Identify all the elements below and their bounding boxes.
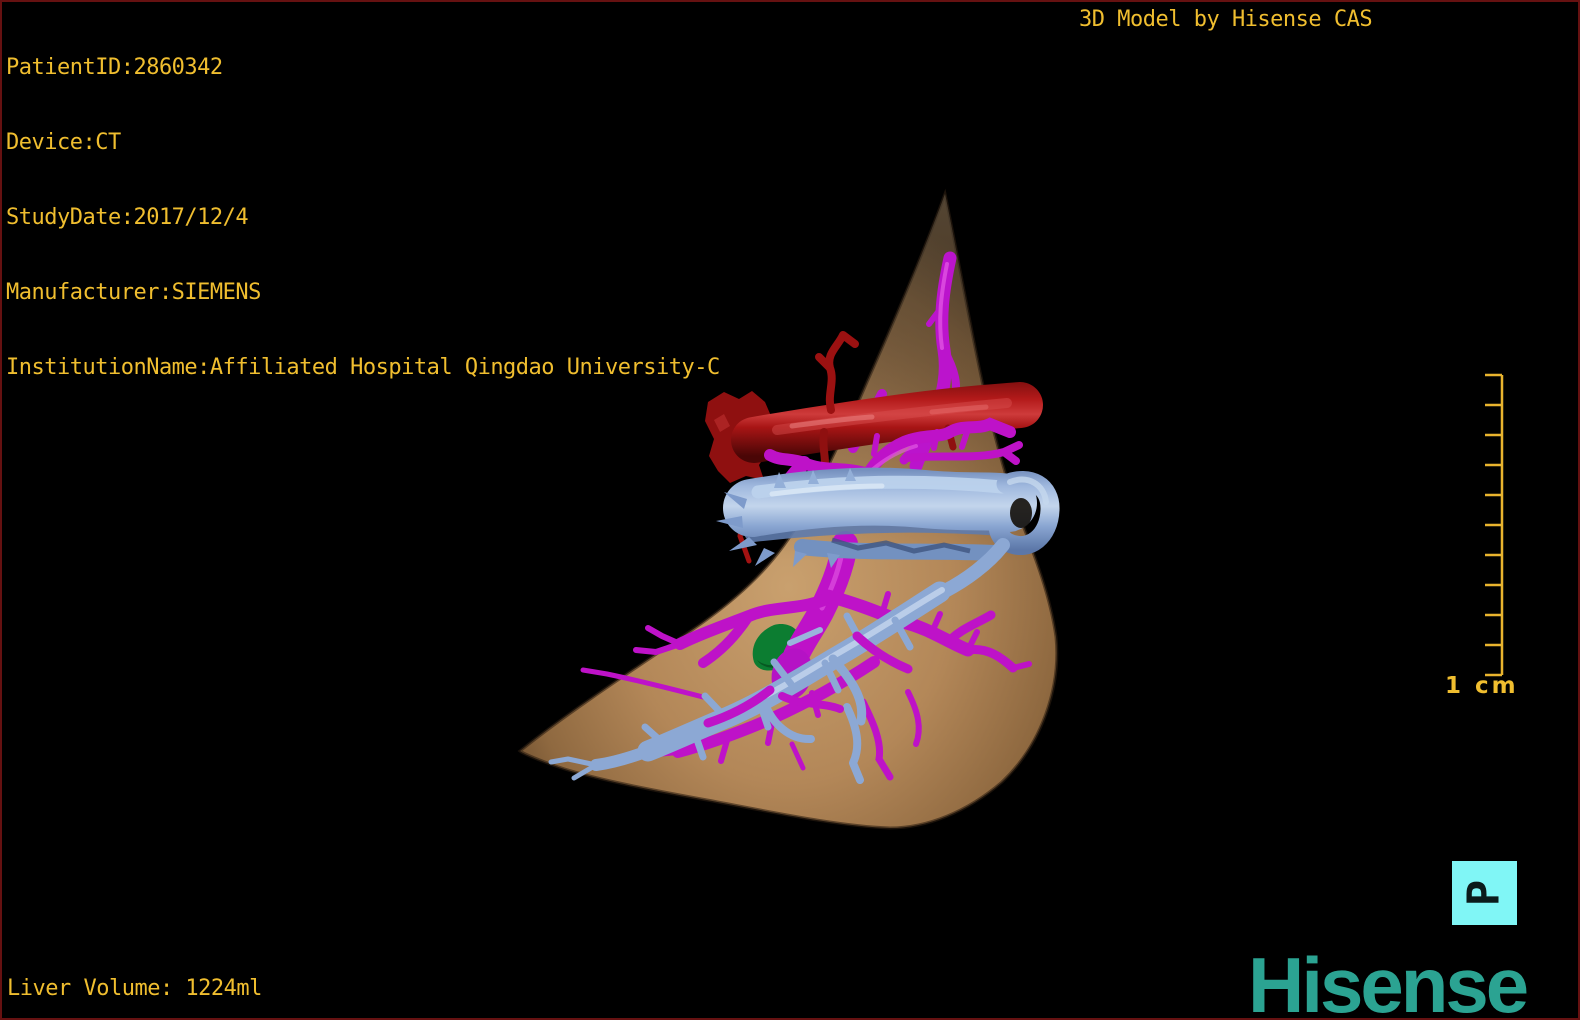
patient-info-block: PatientID:2860342 Device:CT StudyDate:20… — [6, 5, 720, 430]
orientation-marker-posterior: P — [1452, 861, 1517, 925]
scale-bar — [1485, 373, 1504, 677]
viewer-title: 3D Model by Hisense CAS — [1079, 7, 1373, 32]
orientation-letter: P — [1458, 879, 1510, 907]
manufacturer-line: Manufacturer:SIEMENS — [6, 280, 261, 305]
cas-3d-viewer-window: PatientID:2860342 Device:CT StudyDate:20… — [0, 0, 1580, 1020]
hisense-logo: Hisense — [1248, 941, 1529, 1020]
patient-id-line: PatientID:2860342 — [6, 55, 223, 80]
study-date-line: StudyDate:2017/12/4 — [6, 205, 249, 230]
liver-volume-readout: Liver Volume: 1224ml — [7, 976, 262, 1001]
institution-line: InstitutionName:Affiliated Hospital Qing… — [6, 355, 720, 380]
device-line: Device:CT — [6, 130, 121, 155]
scale-bar-label: 1 cm — [1445, 673, 1519, 699]
